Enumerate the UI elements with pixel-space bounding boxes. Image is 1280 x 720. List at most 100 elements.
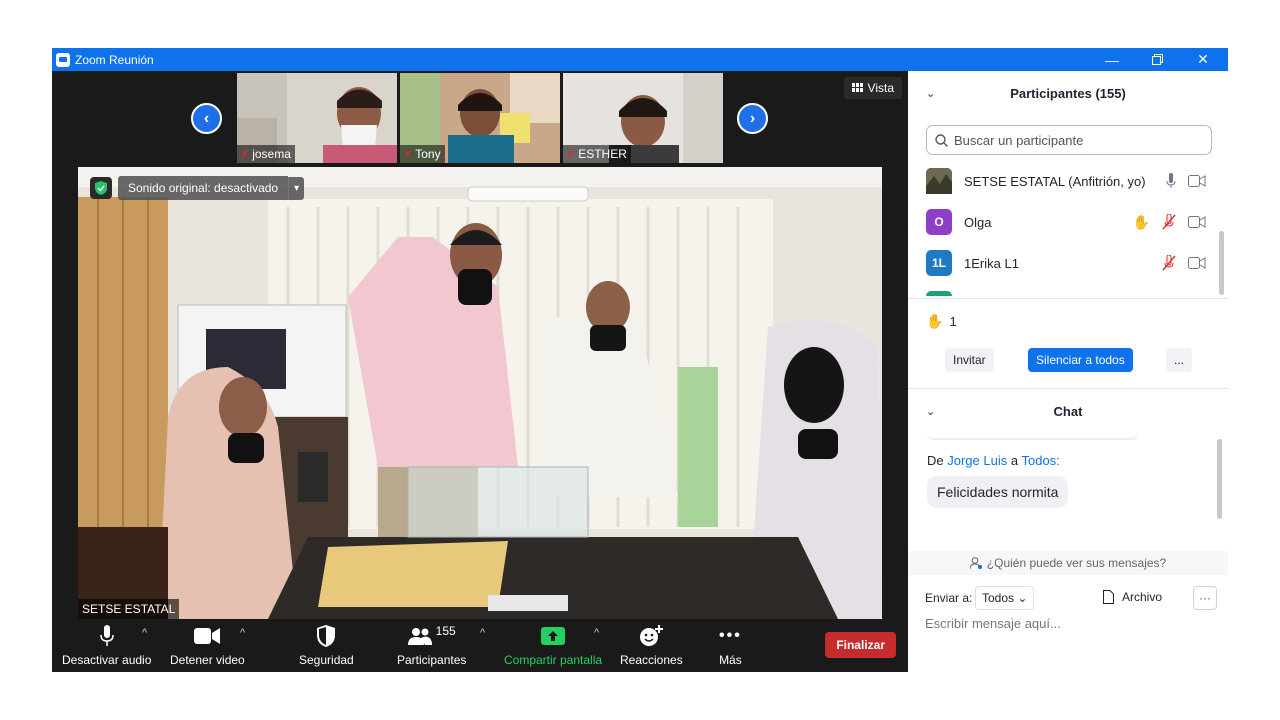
chat-more-button[interactable]: ··· [1193, 586, 1217, 610]
video-options-caret[interactable]: ^ [240, 627, 245, 639]
previous-message-bubble-edge [927, 433, 1139, 440]
original-sound-control[interactable]: Sonido original: desactivado ▾ [90, 176, 305, 200]
recipient-dropdown[interactable]: Todos ⌄ [975, 586, 1035, 610]
meeting-room-video-image [78, 167, 882, 619]
participants-header: ⌄ Participantes (155) [908, 71, 1228, 115]
avatar: 1L [926, 250, 952, 276]
camera-off-icon[interactable] [1188, 216, 1206, 228]
recipient-link[interactable]: Todos: [1021, 453, 1059, 468]
muted-mic-icon: ✗ [403, 148, 413, 161]
participant-search-input[interactable]: Buscar un participante [926, 125, 1212, 155]
reactions-label: Reacciones [620, 653, 683, 667]
participant-row[interactable]: 1L 1Erika L1 [908, 243, 1228, 283]
raised-hand-icon: ✋ [1132, 213, 1150, 230]
raised-hands-count: ✋ 1 [926, 313, 957, 330]
meeting-toolbar: Desactivar audio ^ Detener video ^ Segur… [52, 619, 908, 672]
participants-scrollbar[interactable] [1219, 231, 1224, 295]
collapse-chevron-icon[interactable]: ⌄ [926, 87, 935, 100]
view-button[interactable]: Vista [843, 77, 902, 99]
avatar [926, 168, 952, 194]
thumbnail-name-tag: ✗ ESTHER [563, 145, 631, 163]
security-button[interactable]: Seguridad [299, 625, 354, 667]
camera-off-icon[interactable] [1188, 257, 1206, 269]
participants-list: SETSE ESTATAL (Anfitrión, yo) O Olga ✋ 1… [908, 161, 1228, 296]
chat-scrollbar[interactable] [1217, 439, 1222, 519]
participant-name: Olga [964, 214, 992, 230]
zoom-logo-icon [56, 52, 70, 67]
sender-link[interactable]: Jorge Luis [947, 453, 1007, 468]
end-meeting-button[interactable]: Finalizar [825, 632, 896, 658]
participant-status-icons: ✋ [1133, 214, 1206, 231]
file-icon [1103, 590, 1114, 604]
video-label: Detener video [170, 653, 245, 667]
microphone-icon[interactable] [1166, 173, 1176, 189]
from-prefix: De [927, 453, 944, 468]
prev-page-button[interactable]: ‹ [191, 103, 222, 134]
more-options-button[interactable]: ... [1166, 348, 1193, 372]
chat-message-input[interactable]: Escribir mensaje aquí... [925, 616, 1061, 631]
participants-title: Participantes (155) [1010, 85, 1126, 101]
person-info-icon [969, 557, 982, 569]
thumbnail-video[interactable]: ✗ Tony [400, 73, 560, 163]
divider [908, 298, 1228, 299]
title-bar: Zoom Reunión — ✕ [52, 48, 1228, 71]
participants-button[interactable]: 155 Participantes [397, 624, 466, 667]
more-button[interactable]: ••• Más [719, 625, 742, 667]
next-page-button[interactable]: › [737, 103, 768, 134]
participants-options-caret[interactable]: ^ [480, 627, 485, 639]
audio-label: Desactivar audio [62, 653, 152, 667]
participant-actions: Invitar Silenciar a todos ... [908, 348, 1228, 378]
avatar [926, 291, 952, 296]
restore-button[interactable] [1134, 48, 1180, 71]
more-dots-icon: ••• [719, 627, 742, 644]
camera-icon [194, 625, 221, 647]
thumbnail-video[interactable]: ✗ josema [237, 73, 397, 163]
chat-header: ⌄ Chat [908, 389, 1228, 433]
share-options-caret[interactable]: ^ [594, 627, 599, 639]
audio-options-caret[interactable]: ^ [142, 627, 147, 639]
chat-message-sender: De Jorge Luis a Todos: [927, 453, 1060, 468]
participant-row-partial[interactable] [908, 284, 1228, 296]
mute-audio-button[interactable]: Desactivar audio [62, 625, 151, 667]
more-label: Más [719, 653, 742, 667]
collapse-chevron-icon[interactable]: ⌄ [926, 405, 935, 418]
raised-hand-icon: ✋ [926, 313, 944, 329]
thumbnail-video[interactable]: ✗ ESTHER [563, 73, 723, 163]
original-sound-label[interactable]: Sonido original: desactivado [118, 176, 289, 200]
mute-all-button[interactable]: Silenciar a todos [1028, 348, 1133, 372]
share-screen-icon [541, 625, 566, 647]
thumbnail-strip: ✗ josema ✗ Tony ✗ ESTHER [237, 73, 723, 163]
camera-off-icon[interactable] [1188, 175, 1206, 187]
window-title: Zoom Reunión [75, 52, 154, 67]
file-button[interactable]: Archivo [1103, 590, 1162, 604]
participant-name: Tony [415, 147, 441, 161]
main-video[interactable] [78, 167, 882, 619]
shield-icon [317, 625, 336, 647]
stop-video-button[interactable]: Detener video [170, 625, 245, 667]
participant-status-icons [1162, 255, 1206, 271]
who-sees-label: ¿Quién puede ver sus mensajes? [986, 556, 1167, 570]
view-label: Vista [867, 81, 894, 95]
participant-row[interactable]: O Olga ✋ [908, 202, 1228, 242]
share-screen-button[interactable]: Compartir pantalla [504, 625, 602, 667]
participant-row[interactable]: SETSE ESTATAL (Anfitrión, yo) [908, 161, 1228, 201]
muted-mic-icon[interactable] [1162, 214, 1176, 230]
sound-dropdown-caret[interactable]: ▾ [288, 176, 305, 200]
emoji-add-icon [639, 625, 664, 647]
thumbnail-name-tag: ✗ Tony [400, 145, 445, 163]
zoom-window: Zoom Reunión — ✕ ‹ › ✗ josema ✗ Tony ✗ E… [52, 48, 1228, 672]
reactions-button[interactable]: Reacciones [620, 625, 683, 667]
video-stage: ‹ › ✗ josema ✗ Tony ✗ ESTHER Vista Sonid… [52, 71, 908, 672]
invite-button[interactable]: Invitar [945, 348, 994, 372]
muted-mic-icon[interactable] [1162, 255, 1176, 271]
close-button[interactable]: ✕ [1180, 48, 1226, 71]
share-label: Compartir pantalla [504, 653, 603, 667]
participant-name: ESTHER [578, 147, 627, 161]
encryption-shield-icon [90, 177, 112, 199]
thumbnail-name-tag: ✗ josema [237, 145, 295, 163]
security-label: Seguridad [299, 653, 354, 667]
grid-view-icon [851, 83, 863, 92]
to-word: a [1010, 453, 1019, 468]
who-can-see-messages[interactable]: ¿Quién puede ver sus mensajes? [908, 551, 1228, 575]
minimize-button[interactable]: — [1089, 48, 1135, 71]
